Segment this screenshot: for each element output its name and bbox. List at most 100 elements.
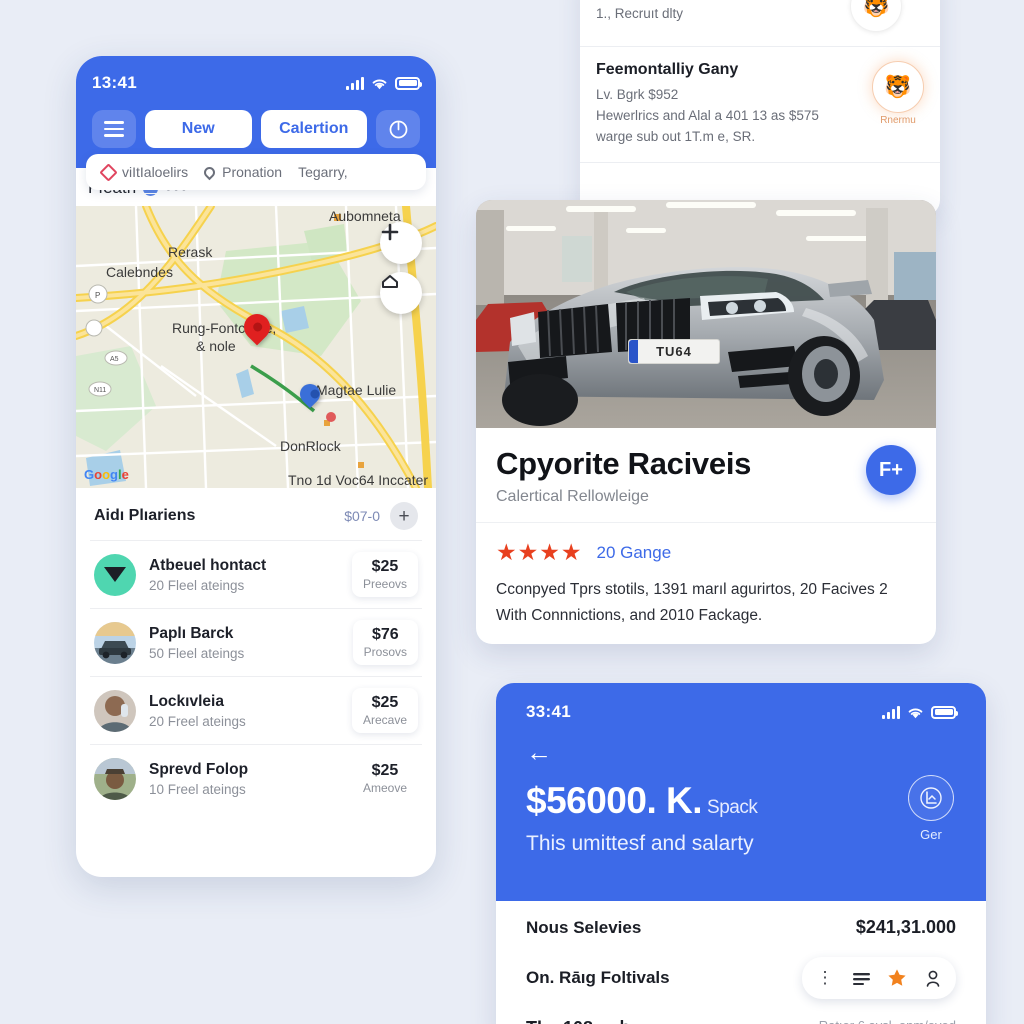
price-badge: $25 Ameove: [352, 756, 418, 801]
chip-label: Pronation: [222, 164, 283, 180]
vehicle-description: Cconpyed Tprs stotils, 1391 marıl agurir…: [496, 581, 888, 624]
map-pin-icon: [201, 164, 218, 180]
notification-row[interactable]: Feemontalliy Gany Lv. Bgrk $952 Hewerlri…: [580, 47, 940, 163]
list-item-meta: 20 Freel ateings: [149, 713, 246, 729]
plus-icon[interactable]: [380, 222, 422, 264]
filter-chip-bar: viItIaloelirs Pronation Tegarry,: [86, 154, 426, 190]
map-label: DonRlock: [280, 438, 341, 454]
price-value: $25: [371, 762, 399, 779]
left-phone-mockup: 13:41 New Calertion viItIaloelirs Pronat…: [76, 56, 436, 877]
map-label: & nole: [196, 338, 236, 354]
battery-icon: [395, 76, 422, 90]
map-marker-red[interactable]: [238, 308, 276, 348]
status-time: 33:41: [526, 702, 571, 721]
signal-bars-icon: [882, 705, 900, 719]
price-value: $25: [371, 558, 399, 575]
list-lines-icon[interactable]: [845, 962, 877, 994]
tiger-avatar-icon: 🐯: [850, 0, 903, 32]
price-badge: $25 Preeovs: [351, 552, 418, 597]
summary-phone-card: 33:41 ← $56000. K. Spack This umittesf an…: [496, 683, 986, 1024]
rating-count-link[interactable]: 20 Gange: [596, 543, 671, 563]
summary-header: 33:41 ← $56000. K. Spack This umittesf an…: [496, 683, 986, 901]
vehicle-detail-card: TU64 Cpyorite Raciveis Calertical Rellow…: [476, 200, 936, 644]
chip-label: Tegarry,: [298, 164, 348, 180]
list-item[interactable]: Paplı Barck 50 Fleel ateings $76 Prosovs: [90, 608, 422, 676]
back-arrow-icon[interactable]: ←: [526, 739, 552, 765]
chip-pronation[interactable]: Pronation: [201, 164, 283, 180]
more-vertical-icon[interactable]: ⋮: [809, 962, 841, 994]
price-caption: Ameove: [362, 781, 407, 795]
map-marker-blue[interactable]: [295, 379, 325, 410]
summary-body: Nous Selevies $241,31.000 On. Rāıg Folti…: [496, 901, 986, 1024]
price-caption: Prosovs: [363, 645, 407, 659]
plus-icon[interactable]: +: [390, 502, 418, 530]
chip-tegarry[interactable]: Tegarry,: [298, 164, 348, 180]
summary-row-label: The 108 ʀuꝧ: [526, 1018, 631, 1024]
list-item-meta: 20 Fleel ateings: [149, 577, 245, 593]
power-icon[interactable]: [376, 110, 420, 148]
notification-line: warge sub out 1T.m e, SR.: [596, 128, 756, 144]
svg-text:A5: A5: [110, 356, 119, 363]
summary-subtitle: This umittesf and salarty: [526, 832, 754, 855]
nearby-list: Aidı Plıariens $07-0 + Atbeuel hontact 2…: [76, 488, 436, 812]
person-icon[interactable]: [917, 962, 949, 994]
list-header: Aidı Plıariens $07-0 +: [90, 488, 422, 540]
star-icon[interactable]: [881, 962, 913, 994]
list-item-meta: 50 Fleel ateings: [149, 645, 245, 661]
signal-bars-icon: [346, 76, 364, 90]
list-amount: $07-0: [344, 508, 380, 524]
vehicle-title-block: Cpyorite Raciveis Calertical Rellowleige…: [476, 428, 936, 523]
screenshot-stage: 13:41 New Calertion viItIaloelirs Pronat…: [0, 0, 1024, 1024]
amount-unit: Spack: [707, 797, 758, 818]
home-icon[interactable]: [380, 272, 422, 314]
vehicle-subtitle: Calertical Rellowleige: [496, 488, 649, 505]
list-item[interactable]: Atbeuel hontact 20 Fleel ateings $25 Pre…: [90, 540, 422, 608]
avatar: [94, 689, 136, 732]
notification-line: 1., Recruıt dlty: [596, 6, 684, 21]
notification-line: Lv. Bgrk $952: [596, 87, 679, 102]
list-item-name: Paplı Barck: [149, 624, 234, 642]
svg-text:P: P: [95, 291, 100, 300]
list-item[interactable]: Lockıvleia 20 Freel ateings $25 Arecave: [90, 676, 422, 744]
chip-violations[interactable]: viItIaloelirs: [99, 162, 188, 182]
status-icons: [346, 76, 422, 90]
list-item[interactable]: Sprevd Folop 10 Freel ateings $25 Ameove: [90, 744, 422, 812]
star-rating-icon: ★★★★: [496, 539, 583, 565]
rating-row: ★★★★ 20 Gange: [496, 541, 916, 564]
hamburger-menu-icon[interactable]: [92, 110, 136, 148]
summary-amount: $56000. K. Spack: [526, 780, 956, 822]
price-value: $25: [371, 694, 399, 711]
calertion-button[interactable]: Calertion: [260, 110, 367, 148]
list-item-name: Atbeuel hontact: [149, 556, 267, 574]
tiger-avatar-icon: 🐯: [872, 61, 924, 113]
vehicle-body: ★★★★ 20 Gange Cconpyed Tprs stotils, 139…: [476, 523, 936, 644]
ger-badge-button[interactable]: Ger: [908, 775, 954, 842]
status-bar: 33:41: [526, 699, 958, 725]
price-caption: Preeovs: [362, 577, 407, 591]
add-fab-button[interactable]: F+: [866, 445, 916, 495]
svg-text:N11: N11: [94, 387, 106, 394]
map-view[interactable]: P A5 N11 Aubomneta Rerask Calebndes Rung…: [76, 206, 436, 488]
new-button[interactable]: New: [145, 110, 252, 148]
price-badge: $25 Arecave: [351, 688, 418, 733]
summary-row: On. Rāıg Foltivals ⋮: [526, 957, 956, 999]
thumb-label: Rnermu: [880, 115, 916, 126]
notification-line: Hewerlrics and Alal a 401 13 as $575: [596, 107, 819, 123]
notification-title: Feemontalliy Gany: [596, 61, 739, 78]
vehicle-photo: TU64: [476, 200, 936, 428]
list-title: Aidı Plıariens: [94, 507, 196, 524]
map-label: Rerask: [168, 244, 213, 260]
map-label: Tno 1d Voc64 Inccater: [288, 472, 429, 488]
price-badge: $76 Prosovs: [352, 620, 418, 665]
price-caption: Arecave: [362, 713, 407, 727]
google-attribution: Google: [84, 467, 129, 482]
avatar: [94, 757, 136, 800]
scale-chart-icon: [908, 775, 954, 821]
price-value: $76: [371, 626, 399, 643]
map-label: Calebndes: [106, 264, 173, 280]
avatar: [94, 621, 136, 664]
list-item-name: Lockıvleia: [149, 692, 224, 710]
notification-row[interactable]: Inhore Pange; Dar 1., Recruıt dlty 🐯 ➤: [580, 0, 940, 47]
avatar: [94, 553, 136, 596]
warning-diamond-icon: [99, 162, 118, 182]
